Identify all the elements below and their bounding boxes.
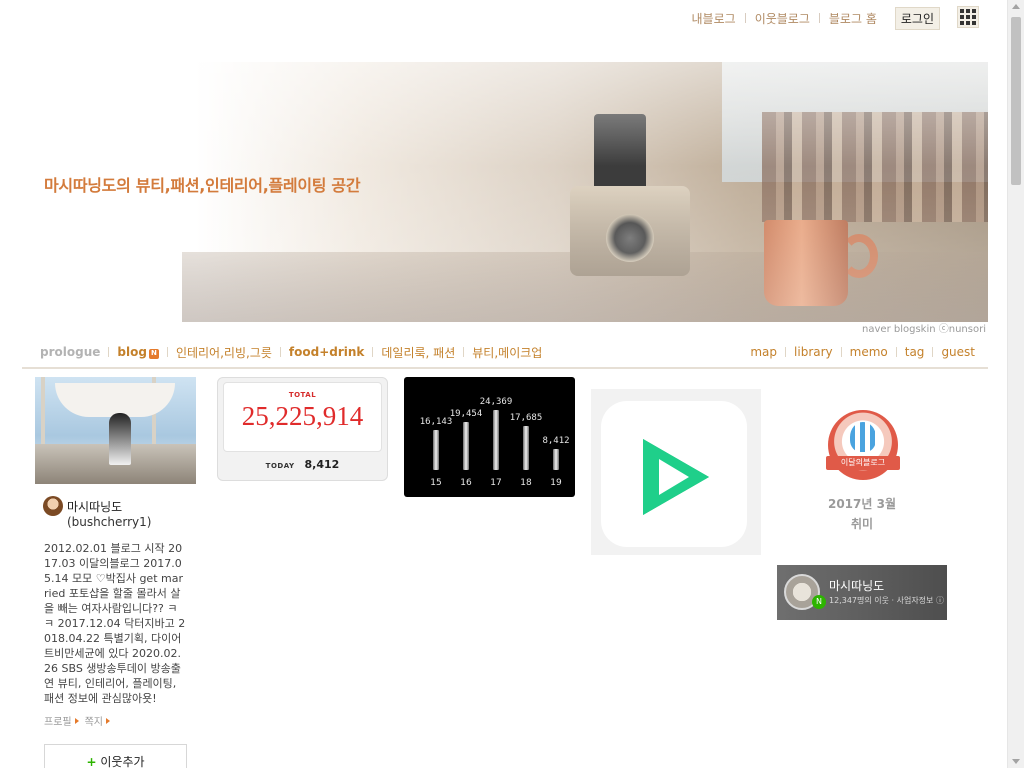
menu-interior[interactable]: 인테리어,리빙,그릇	[176, 344, 272, 361]
menu-blog[interactable]: blog N	[117, 345, 159, 359]
profile-links: 프로필 쪽지	[44, 713, 116, 728]
menu-blog-label: blog	[117, 345, 147, 359]
graph-day-label: 15	[430, 478, 442, 488]
graph-value-label: 17,685	[509, 413, 543, 423]
app-tile	[601, 401, 747, 547]
neighbor-card[interactable]: N 마시따닝도 12,347명의 이웃 · 사업자정보 ⓘ	[777, 565, 947, 620]
visitor-graph: 16,143 15 19,454 16 24,369 17 17,685 18 8,412 19	[404, 377, 575, 497]
profile-intro: 2012.02.01 블로그 시작 2017.03 이달의블로그 2017.05…	[44, 542, 186, 705]
blog-banner: 마시따닝도의 뷰티,패션,인테리어,플레이팅 공간	[22, 62, 988, 322]
divider	[463, 347, 465, 357]
plus-icon: +	[86, 755, 97, 768]
note-link[interactable]: 쪽지	[85, 713, 103, 728]
menu-daily[interactable]: 데일리룩, 패션	[381, 344, 455, 361]
today-row: TODAY 8,412	[218, 458, 387, 471]
today-value: 8,412	[304, 458, 340, 471]
graph-day-label: 18	[520, 478, 532, 488]
login-button[interactable]: 로그인	[894, 6, 940, 30]
avatar	[43, 496, 63, 516]
graph-bar	[463, 422, 469, 470]
today-label: TODAY	[265, 462, 295, 470]
profile-nickname[interactable]: 마시따닝도	[67, 498, 122, 515]
graph-day-label: 16	[460, 478, 472, 488]
graph-day-label: 17	[490, 478, 502, 488]
apps-grid-icon[interactable]	[957, 6, 979, 28]
graph-bar	[553, 449, 559, 470]
badge-date: 2017년 3월	[827, 497, 896, 511]
utility-menu: map library memo tag guest	[750, 343, 975, 361]
menu-library[interactable]: library	[794, 345, 833, 359]
total-label: TOTAL	[288, 391, 317, 399]
graph-value-label: 19,454	[449, 409, 483, 419]
graph-bar	[433, 430, 439, 470]
graph-value-label: 24,369	[479, 397, 513, 407]
monthly-blog-badge[interactable]: 이달의블로그	[826, 410, 900, 480]
menu-divider-line	[22, 367, 988, 369]
neighbor-blog-link[interactable]: 이웃블로그	[755, 10, 810, 27]
profile-photo[interactable]	[35, 377, 196, 484]
menu-memo[interactable]: memo	[850, 345, 888, 359]
photo-canopy	[55, 383, 175, 417]
divider	[279, 347, 281, 357]
vertical-scrollbar[interactable]	[1007, 0, 1024, 768]
app-widget[interactable]	[591, 389, 761, 555]
scroll-up-icon[interactable]	[1012, 4, 1020, 9]
counter-total-box: TOTAL 25,225,914	[223, 382, 382, 452]
total-value: 25,225,914	[241, 401, 364, 431]
divider	[932, 347, 934, 357]
blog-title[interactable]: 마시따닝도의 뷰티,패션,인테리어,플레이팅 공간	[44, 172, 361, 196]
graph-bar	[523, 426, 529, 470]
profile-link[interactable]: 프로필	[44, 713, 72, 728]
top-nav: 내블로그 이웃블로그 블로그 홈 로그인	[692, 6, 940, 30]
divider	[895, 347, 897, 357]
divider	[840, 347, 842, 357]
divider	[108, 347, 110, 357]
neighbor-card-info[interactable]: 12,347명의 이웃 · 사업자정보 ⓘ	[829, 595, 944, 606]
naver-badge-icon: N	[812, 595, 826, 609]
scrollbar-thumb[interactable]	[1011, 17, 1021, 185]
neighbor-card-name: 마시따닝도	[829, 579, 885, 593]
blog-home-link[interactable]: 블로그 홈	[829, 10, 877, 27]
divider	[372, 347, 374, 357]
graph-value-label: 8,412	[542, 436, 570, 446]
photo-couple	[109, 413, 131, 465]
new-badge-icon: N	[148, 349, 159, 359]
divider	[785, 347, 787, 357]
add-neighbor-label: 이웃추가	[100, 755, 145, 768]
arrow-right-icon	[106, 717, 111, 724]
my-blog-link[interactable]: 내블로그	[692, 10, 736, 27]
visitor-counter: TOTAL 25,225,914 TODAY 8,412	[217, 377, 388, 481]
menu-food[interactable]: food+drink	[289, 345, 365, 359]
category-menu: prologue blog N 인테리어,리빙,그릇 food+drink 데일리…	[40, 343, 542, 361]
divider	[744, 13, 746, 23]
scroll-down-icon[interactable]	[1012, 759, 1020, 764]
divider	[166, 347, 168, 357]
add-neighbor-button[interactable]: + 이웃추가	[44, 744, 187, 768]
profile-nick-row: 마시따닝도	[43, 496, 122, 516]
badge-category: 취미	[850, 517, 874, 531]
badge-ribbon: 이달의블로그	[826, 456, 900, 470]
menu-tag[interactable]: tag	[905, 345, 925, 359]
menu-beauty[interactable]: 뷰티,메이크업	[472, 344, 542, 361]
graph-day-label: 19	[550, 478, 562, 488]
menu-guest[interactable]: guest	[941, 345, 975, 359]
profile-blog-id: (bushcherry1)	[67, 515, 152, 529]
play-icon-inner	[659, 459, 689, 495]
graph-bar	[493, 410, 499, 470]
menu-prologue[interactable]: prologue	[40, 345, 100, 359]
menu-map[interactable]: map	[750, 345, 777, 359]
arrow-right-icon	[74, 717, 79, 724]
balloon-stripes	[850, 422, 876, 452]
skin-credit: naver blogskin ⓒnunsori	[862, 324, 986, 335]
divider	[818, 13, 820, 23]
